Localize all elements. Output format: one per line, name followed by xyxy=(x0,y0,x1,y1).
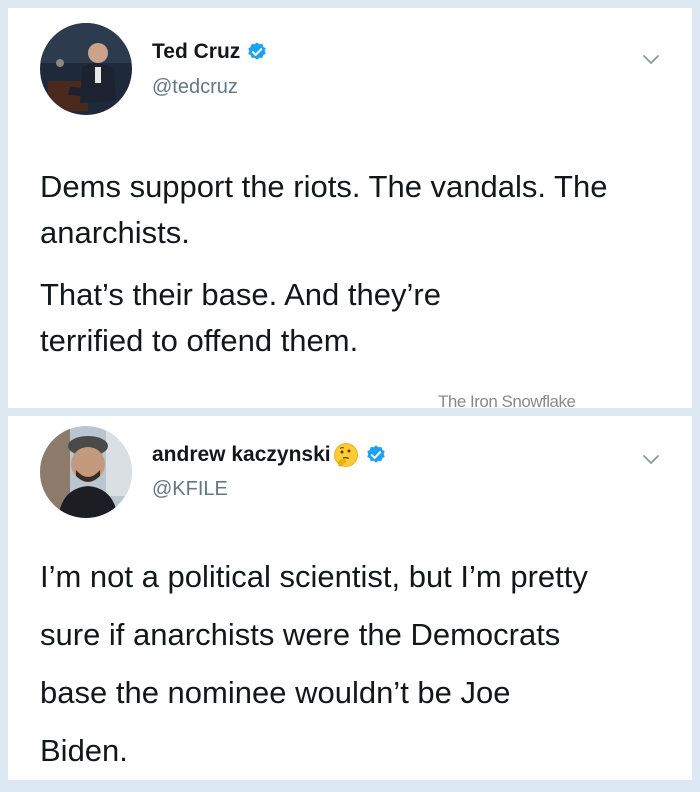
tweet-card-cruz: Ted Cruz @tedcruz Dems support the riots… xyxy=(8,8,692,408)
avatar-tedcruz[interactable] xyxy=(40,23,132,115)
avatar-kfile[interactable] xyxy=(40,426,132,518)
display-name[interactable]: andrew kaczynski xyxy=(152,443,331,467)
user-handle[interactable]: @KFILE xyxy=(152,478,228,501)
tweet-paragraph: I’m not a political scientist, but I’m p… xyxy=(40,559,588,768)
tweet-text: I’m not a political scientist, but I’m p… xyxy=(40,548,600,780)
tweet-paragraph: That’s their base. And they’re terrified… xyxy=(40,277,441,358)
watermark: The Iron Snowflake xyxy=(438,392,576,411)
thinking-face-icon xyxy=(333,443,358,467)
display-name[interactable]: Ted Cruz xyxy=(152,40,240,64)
tweet-card-kaczynski: andrew kaczynski @KFILE I’m not a politi… xyxy=(8,416,692,780)
tweet-paragraph: Dems support the riots. The vandals. The… xyxy=(40,169,608,250)
verified-badge-icon xyxy=(366,445,385,463)
chevron-down-icon[interactable] xyxy=(642,454,660,466)
tweet-text: Dems support the riots. The vandals. The… xyxy=(40,164,670,364)
chevron-down-icon[interactable] xyxy=(642,54,660,66)
user-handle[interactable]: @tedcruz xyxy=(152,76,238,99)
verified-badge-icon xyxy=(248,42,266,60)
